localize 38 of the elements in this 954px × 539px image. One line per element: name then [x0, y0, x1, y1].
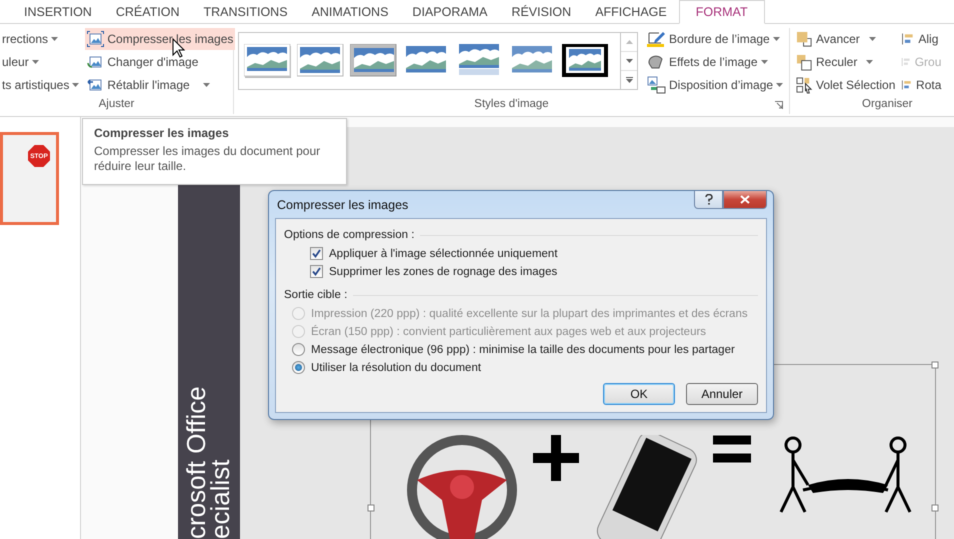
- section-label: Sortie cible :: [284, 289, 348, 301]
- ribbon-command[interactable]: Rota: [899, 74, 944, 96]
- group-label: Ajuster: [98, 98, 136, 112]
- ribbon-command[interactable]: rrections: [0, 28, 82, 50]
- dialog-button[interactable]: OK: [603, 383, 675, 405]
- option-label[interactable]: Message électronique (96 ppp) : minimise la taille des documents pour les partager: [311, 344, 735, 356]
- ribbon-tab[interactable]: RÉVISION: [499, 0, 584, 23]
- ribbon-command[interactable]: Bordure de l’image: [644, 28, 786, 50]
- ribbon-tab[interactable]: DIAPORAMA: [400, 0, 500, 23]
- ribbon-command[interactable]: Rétablir l'image: [85, 74, 236, 96]
- ribbon-tab[interactable]: TRANSITIONS: [192, 0, 300, 23]
- ribbon-command[interactable]: Changer d'image: [85, 51, 236, 73]
- ribbon-command[interactable]: Alig: [899, 28, 944, 50]
- ribbon-tab[interactable]: ANIMATIONS: [300, 0, 400, 23]
- side-title: ecialist: [208, 458, 232, 539]
- option-label[interactable]: Utiliser la résolution du document: [311, 362, 482, 374]
- ribbon-command[interactable]: Avancer: [794, 28, 898, 50]
- option-label[interactable]: Supprimer les zones de rognage des images: [329, 266, 558, 278]
- ribbon-tab[interactable]: FORMAT: [678, 0, 765, 24]
- tooltip-title: Compresser les images: [94, 126, 230, 140]
- ribbon-command[interactable]: Compresser les images: [85, 28, 236, 50]
- dialog-button[interactable]: Annuler: [686, 383, 758, 405]
- group-label: Styles d'image: [234, 98, 789, 114]
- dialog-title: Compresser les images: [276, 198, 408, 212]
- ribbon-command[interactable]: Reculer: [794, 51, 898, 73]
- section-label: Options de compression :: [284, 229, 414, 241]
- ribbon-command[interactable]: Disposition d’image: [644, 74, 786, 96]
- group-label: Organiser: [861, 98, 914, 112]
- ribbon-command[interactable]: uleur: [0, 51, 82, 73]
- ribbon-command[interactable]: Volet Sélection: [794, 74, 898, 96]
- ribbon-command[interactable]: ts artistiques: [0, 74, 82, 96]
- tooltip-text: Compresser les images du document pour réduire leur taille.: [94, 144, 322, 174]
- ribbon-tab[interactable]: CRÉATION: [104, 0, 192, 23]
- ribbon-tab[interactable]: INSERTION: [12, 0, 104, 23]
- ribbon-command[interactable]: Effets de l’image: [644, 51, 786, 73]
- side-title: crosoft Office: [184, 386, 208, 539]
- option-label[interactable]: Appliquer à l'image sélectionnée uniquement: [329, 248, 558, 260]
- ribbon-tab[interactable]: AFFICHAGE: [583, 0, 679, 23]
